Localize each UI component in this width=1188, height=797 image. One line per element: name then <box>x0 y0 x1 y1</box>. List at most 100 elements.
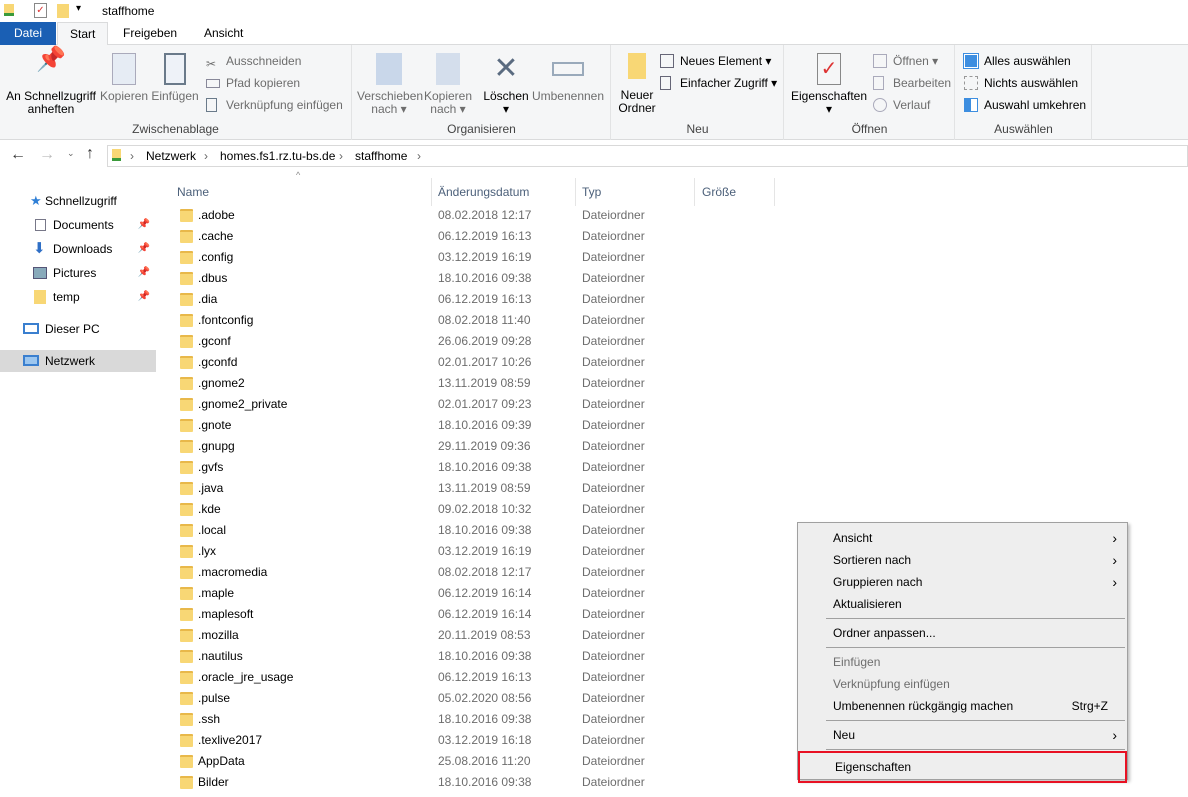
file-row[interactable]: .gnote 18.10.2016 09:39 Dateiordner <box>160 415 780 436</box>
pin-quick-access-button[interactable]: 📌 An Schnellzugriff anheften <box>4 48 98 116</box>
column-header-date[interactable]: Änderungsdatum <box>432 178 576 206</box>
back-button[interactable]: ← <box>10 146 26 164</box>
tab-freigeben[interactable]: Freigeben <box>111 22 189 45</box>
file-row[interactable]: .java 13.11.2019 08:59 Dateiordner <box>160 478 780 499</box>
open-button[interactable]: Öffnen ▾ <box>873 51 938 71</box>
paste-shortcut-button[interactable]: Verknüpfung einfügen <box>206 95 343 115</box>
file-row[interactable]: .local 18.10.2016 09:38 Dateiordner <box>160 520 780 541</box>
file-row[interactable]: .maplesoft 06.12.2019 16:14 Dateiordner <box>160 604 780 625</box>
file-row[interactable]: .cache 06.12.2019 16:13 Dateiordner <box>160 226 780 247</box>
file-row[interactable]: .nautilus 18.10.2016 09:38 Dateiordner <box>160 646 780 667</box>
menu-item-neu[interactable]: Neu › <box>798 724 1127 746</box>
pin-icon[interactable]: 📌 <box>138 262 150 284</box>
file-row[interactable]: .maple 06.12.2019 16:14 Dateiordner <box>160 583 780 604</box>
paste-button[interactable]: Einfügen <box>151 53 199 103</box>
breadcrumb-homes[interactable]: homes.fs1.rz.tu-bs.de <box>220 149 335 163</box>
file-row[interactable]: .ssh 18.10.2016 09:38 Dateiordner <box>160 709 780 730</box>
folder-icon <box>180 251 193 264</box>
recent-locations-button[interactable]: ⌄ <box>67 148 75 159</box>
file-row[interactable]: .gvfs 18.10.2016 09:38 Dateiordner <box>160 457 780 478</box>
file-row[interactable]: .gnome2_private 02.01.2017 09:23 Dateiordn… <box>160 394 780 415</box>
new-item-button[interactable]: Neues Element ▾ <box>660 51 771 71</box>
invert-selection-button[interactable]: Auswahl umkehren <box>964 95 1086 115</box>
file-row[interactable]: .dia 06.12.2019 16:13 Dateiordner <box>160 289 780 310</box>
pin-icon[interactable]: 📌 <box>138 214 150 236</box>
file-row[interactable]: .oracle_jre_usage 06.12.2019 16:13 Dateior… <box>160 667 780 688</box>
new-folder-quick-icon[interactable] <box>57 4 69 18</box>
move-to-button[interactable]: Verschieben nach ▾ <box>357 53 423 116</box>
file-row[interactable]: .config 03.12.2019 16:19 Dateiordner <box>160 247 780 268</box>
properties-button[interactable]: ✓ Eigenschaften ▾ <box>789 53 869 116</box>
copy-to-button[interactable]: Kopieren nach ▾ <box>423 53 473 116</box>
file-row[interactable]: .fontconfig 08.02.2018 11:40 Dateiordner <box>160 310 780 331</box>
copy-button[interactable]: Kopieren <box>100 53 148 103</box>
nav-pictures[interactable]: Pictures 📌 <box>0 262 156 284</box>
nav-network[interactable]: Netzwerk <box>0 350 156 372</box>
folder-icon <box>180 461 193 474</box>
breadcrumb-separator[interactable]: › <box>417 149 421 163</box>
rename-button[interactable]: Umbenennen <box>531 53 605 103</box>
properties-quick-icon[interactable]: ✓ <box>34 3 47 18</box>
select-all-button[interactable]: Alles auswählen <box>963 51 1071 71</box>
menu-item-einfügen[interactable]: Einfügen <box>798 651 1127 673</box>
column-header-name[interactable]: Name <box>160 178 432 206</box>
menu-item-verknüpfung-einfügen[interactable]: Verknüpfung einfügen <box>798 673 1127 695</box>
file-name: .pulse <box>198 691 231 705</box>
pin-icon[interactable]: 📌 <box>138 286 150 308</box>
tab-start[interactable]: Start <box>57 22 109 46</box>
file-row[interactable]: Bilder 18.10.2016 09:38 Dateiordner <box>160 772 780 793</box>
file-row[interactable]: .gnupg 29.11.2019 09:36 Dateiordner <box>160 436 780 457</box>
customize-quick-access-icon[interactable]: ▾ <box>76 3 81 14</box>
nav-downloads[interactable]: ⬇ Downloads 📌 <box>0 238 156 260</box>
file-row[interactable]: .mozilla 20.11.2019 08:53 Dateiordner <box>160 625 780 646</box>
file-type: Dateiordner <box>582 670 645 684</box>
forward-button[interactable]: → <box>39 146 55 164</box>
column-header-type[interactable]: Typ <box>576 178 695 206</box>
breadcrumb-netzwerk[interactable]: Netzwerk <box>146 149 196 163</box>
history-button[interactable]: Verlauf <box>873 95 930 115</box>
file-row[interactable]: ​.adobe 08.02.2018 12:17 Dateiordner <box>160 205 780 226</box>
menu-item-ansicht[interactable]: Ansicht › <box>798 527 1127 549</box>
tab-datei[interactable]: Datei <box>0 22 56 45</box>
menu-item-sortieren-nach[interactable]: Sortieren nach › <box>798 549 1127 571</box>
ribbon: 📌 An Schnellzugriff anheften Kopieren Ein… <box>0 45 1188 140</box>
menu-item-ordner-anpassen[interactable]: Ordner anpassen... <box>798 622 1127 644</box>
up-button[interactable]: ↑ <box>86 145 94 163</box>
easy-access-button[interactable]: Einfacher Zugriff ▾ <box>660 73 777 93</box>
column-header-size[interactable]: Größe <box>695 178 775 206</box>
menu-item-gruppieren-nach[interactable]: Gruppieren nach › <box>798 571 1127 593</box>
select-none-button[interactable]: Nichts auswählen <box>964 73 1078 93</box>
nav-this-pc[interactable]: Dieser PC <box>0 318 156 340</box>
file-row[interactable]: .pulse 05.02.2020 08:56 Dateiordner <box>160 688 780 709</box>
delete-button[interactable]: ✕ Löschen ▾ <box>481 53 531 116</box>
menu-item-umbenennen-rückgängig-machen[interactable]: Umbenennen rückgängig machen Strg+Z <box>798 695 1127 717</box>
file-row[interactable]: .gnome2 13.11.2019 08:59 Dateiordner <box>160 373 780 394</box>
nav-quick-access[interactable]: ★ Schnellzugriff <box>0 190 156 212</box>
file-type: Dateiordner <box>582 691 645 705</box>
folder-icon <box>180 398 193 411</box>
copy-path-button[interactable]: Pfad kopieren <box>206 73 300 93</box>
file-row[interactable]: .lyx 03.12.2019 16:19 Dateiordner <box>160 541 780 562</box>
pin-icon[interactable]: 📌 <box>138 238 150 260</box>
file-name: .gconfd <box>198 355 238 369</box>
address-bar[interactable]: › Netzwerk › homes.fs1.rz.tu-bs.de › sta… <box>107 145 1188 167</box>
new-folder-button[interactable]: Neuer Ordner <box>616 53 658 115</box>
file-row[interactable]: .dbus 18.10.2016 09:38 Dateiordner <box>160 268 780 289</box>
menu-item-eigenschaften[interactable]: Eigenschaften <box>798 751 1127 783</box>
copy-to-icon <box>436 53 460 85</box>
nav-documents[interactable]: Documents 📌 <box>0 214 156 236</box>
edit-button[interactable]: Bearbeiten <box>873 73 951 93</box>
file-type: Dateiordner <box>582 397 645 411</box>
file-row[interactable]: AppData 25.08.2016 11:20 Dateiordner <box>160 751 780 772</box>
menu-item-aktualisieren[interactable]: Aktualisieren <box>798 593 1127 615</box>
file-row[interactable]: .gconfd 02.01.2017 10:26 Dateiordner <box>160 352 780 373</box>
cut-button[interactable]: ✂ Ausschneiden <box>206 51 301 71</box>
nav-temp[interactable]: temp 📌 <box>0 286 156 308</box>
file-date: 13.11.2019 08:59 <box>438 481 531 495</box>
breadcrumb-staffhome[interactable]: staffhome <box>355 149 407 163</box>
tab-ansicht[interactable]: Ansicht <box>192 22 255 45</box>
file-row[interactable]: .gconf 26.06.2019 09:28 Dateiordner <box>160 331 780 352</box>
file-row[interactable]: .texlive2017 03.12.2019 16:18 Dateiordner <box>160 730 780 751</box>
file-row[interactable]: .macromedia 08.02.2018 12:17 Dateiordner <box>160 562 780 583</box>
file-row[interactable]: .kde 09.02.2018 10:32 Dateiordner <box>160 499 780 520</box>
